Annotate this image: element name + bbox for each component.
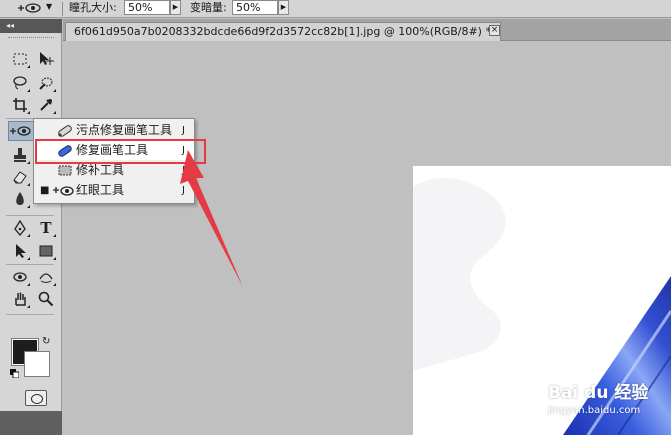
current-tool-bullet: ■ [40,185,50,196]
background-color-swatch[interactable] [24,351,50,377]
quick-selection-tool-icon[interactable] [36,73,56,93]
toolbox-footer [0,411,62,435]
darken-amount-label: 变暗量: [190,1,227,14]
type-tool-icon[interactable]: T [36,218,56,238]
eraser-tool-icon[interactable] [10,167,30,187]
pupil-size-label: 瞳孔大小: [69,1,117,14]
pupil-size-slider-button[interactable]: ▶ [170,0,181,15]
hand-tool-icon[interactable] [10,289,30,309]
marquee-tool-icon[interactable] [10,49,30,69]
lasso-tool-icon[interactable] [10,73,30,93]
canvas-area[interactable] [63,42,671,435]
darken-amount-input[interactable]: 50% [232,0,278,15]
pen-tool-icon[interactable] [10,218,30,238]
toolbox-divider [6,314,54,315]
darken-amount-slider-button[interactable]: ▶ [278,0,289,15]
red-eye-icon [52,183,76,198]
blur-tool-icon[interactable] [10,189,30,209]
swap-colors-icon[interactable]: ↻ [42,336,50,347]
quick-mask-button[interactable] [25,390,47,406]
spot-healing-brush-icon [56,123,74,138]
eyedropper-tool-icon[interactable] [36,95,56,115]
toolbox-grip[interactable] [8,37,54,41]
zoom-tool-icon[interactable] [36,289,56,309]
annotation-highlight-box [35,139,206,164]
toolbox: ◂◂ T ↻ [0,19,62,435]
toolbox-divider [6,264,54,265]
photoshop-window: ▼ 瞳孔大小: 50% ▶ 变暗量: 50% ▶ ◂◂ T ↻ 6f061d95… [0,0,671,435]
options-bar: ▼ 瞳孔大小: 50% ▶ 变暗量: 50% ▶ [0,0,671,18]
crop-tool-icon[interactable] [10,95,30,115]
menu-item-red-eye-tool[interactable]: ■ 红眼工具 J [34,181,194,200]
tool-preset-picker[interactable]: ▼ [16,1,56,16]
3d-orbit-tool-icon[interactable] [36,267,56,287]
document-tab-title: 6f061d950a7b0208332bdcde66d9f2d3572cc82b… [74,25,491,38]
rectangle-tool-icon[interactable] [36,241,56,261]
document-tab[interactable]: 6f061d950a7b0208332bdcde66d9f2d3572cc82b… [65,22,501,41]
toolbox-divider [6,215,54,216]
baidu-watermark: Bai du 经验 jingyan.baidu.com [548,383,649,416]
3d-rotate-tool-icon[interactable] [10,267,30,287]
patch-icon [56,163,74,178]
default-colors-icon[interactable] [10,368,20,379]
red-eye-icon [16,1,42,18]
clone-stamp-tool-icon[interactable] [10,145,30,165]
document-tab-bar: 6f061d950a7b0208332bdcde66d9f2d3572cc82b… [63,19,671,41]
menu-item-spot-healing-brush[interactable]: 污点修复画笔工具 J [34,121,194,140]
move-tool-icon[interactable] [36,49,56,69]
red-eye-tool-icon[interactable] [8,121,34,141]
options-separator [62,2,63,16]
chevron-down-icon: ▼ [46,2,53,11]
close-icon[interactable]: × [489,25,500,36]
pupil-size-input[interactable]: 50% [124,0,170,15]
path-selection-tool-icon[interactable] [10,241,30,261]
toolbox-collapse-button[interactable]: ◂◂ [0,19,62,33]
